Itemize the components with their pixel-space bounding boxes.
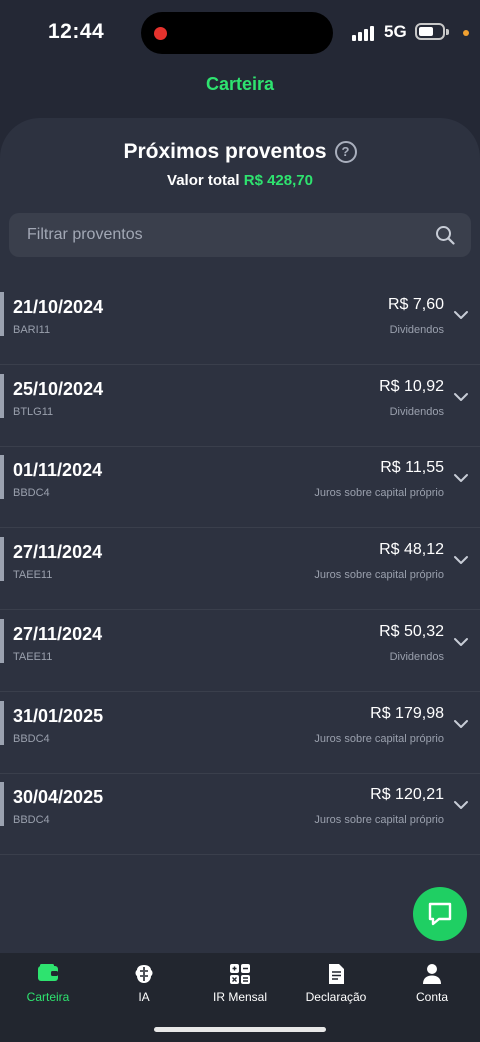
document-icon (329, 964, 344, 984)
list-item[interactable]: 01/11/2024 BBDC4 R$ 11,55 Juros sobre capit… (0, 445, 480, 529)
item-type: Dividendos (389, 405, 444, 418)
signal-icon (352, 25, 378, 41)
chat-button[interactable] (413, 887, 467, 941)
total-value: R$ 428,70 (243, 172, 313, 189)
chat-icon (428, 902, 452, 926)
panel-heading: Próximos proventos? (0, 140, 480, 164)
search-icon[interactable] (435, 225, 455, 245)
row-marker (0, 782, 4, 827)
item-type: Juros sobre capital próprio (314, 569, 444, 582)
item-date: 27/11/2024 (13, 542, 103, 563)
home-indicator[interactable] (154, 1027, 326, 1032)
list-item[interactable]: 27/11/2024 TAEE11 R$ 48,12 Juros sobre capi… (0, 527, 480, 611)
chevron-down-icon[interactable] (452, 796, 470, 814)
item-amount: R$ 120,21 (370, 786, 444, 804)
row-marker (0, 455, 4, 500)
search-input[interactable]: Filtrar proventos (9, 213, 471, 257)
nav-label: Declaração (305, 990, 367, 1004)
item-date: 25/10/2024 (13, 378, 104, 399)
item-amount: R$ 50,32 (379, 622, 444, 640)
row-marker (0, 700, 4, 745)
calculator-icon (230, 964, 250, 984)
item-date: 21/10/2024 (13, 297, 104, 317)
chevron-down-icon[interactable] (452, 551, 470, 569)
chevron-down-icon[interactable] (452, 469, 470, 487)
item-type: Juros sobre capital próprio (314, 732, 444, 745)
list-item[interactable]: 21/10/2024 BARI11 R$ 7,60 Dividendos (0, 282, 480, 365)
row-marker (0, 292, 4, 336)
item-ticker: TAEE11 (13, 650, 53, 663)
chevron-down-icon[interactable] (452, 633, 470, 651)
privacy-dot-icon (463, 30, 469, 36)
chevron-down-icon[interactable] (452, 715, 470, 733)
item-amount: R$ 48,12 (379, 541, 444, 559)
item-ticker: BTLG11 (13, 405, 54, 418)
item-amount: R$ 11,55 (380, 459, 444, 477)
help-icon[interactable]: ? (334, 141, 357, 163)
chevron-down-icon[interactable] (452, 306, 470, 324)
battery-icon (415, 23, 445, 40)
battery-tip (446, 29, 449, 35)
dynamic-island (141, 12, 333, 54)
item-date: 01/11/2024 (13, 460, 103, 481)
total-line: Valor total R$ 428,70 (0, 172, 480, 189)
item-type: Dividendos (389, 650, 444, 663)
nav-item-declaracao[interactable]: Declaração (288, 953, 384, 1013)
nav-label: IA (138, 990, 150, 1004)
nav-label: Conta (415, 990, 449, 1004)
row-marker (0, 373, 4, 418)
item-ticker: BBDC4 (13, 732, 50, 745)
row-marker (0, 537, 4, 582)
nav-item-ia[interactable]: IA (96, 953, 192, 1013)
wallet-icon (38, 964, 58, 981)
status-bar: 12:44 5G (0, 0, 480, 62)
list-item[interactable]: 31/01/2025 BBDC4 R$ 179,98 Juros sobre capi… (0, 691, 480, 774)
nav-item-carteira[interactable]: Carteira (0, 953, 96, 1013)
item-type: Juros sobre capital próprio (314, 814, 444, 827)
nav-item-conta[interactable]: Conta (384, 953, 480, 1013)
item-date: 31/01/2025 (13, 705, 104, 726)
item-amount: R$ 7,60 (387, 296, 444, 313)
item-ticker: BBDC4 (13, 487, 50, 500)
item-type: Dividendos (389, 324, 444, 336)
status-time: 12:44 (48, 20, 105, 43)
recording-indicator-icon (154, 27, 167, 40)
user-icon (423, 964, 441, 984)
item-date: 30/04/2025 (13, 787, 104, 808)
search-placeholder: Filtrar proventos (27, 226, 143, 243)
item-type: Juros sobre capital próprio (314, 487, 444, 500)
page-title: Carteira (205, 74, 275, 94)
list-item[interactable]: 25/10/2024 BTLG11 R$ 10,92 Dividendos (0, 364, 480, 447)
panel-title: Próximos proventos (123, 140, 327, 163)
nav-label: IR Mensal (212, 990, 268, 1004)
list-item[interactable]: 30/04/2025 BBDC4 R$ 120,21 Juros sobre capi… (0, 772, 480, 856)
chevron-down-icon[interactable] (452, 388, 470, 406)
list-item[interactable]: 27/11/2024 TAEE11 R$ 50,32 Dividendos (0, 609, 480, 692)
network-type: 5G (384, 22, 407, 41)
total-label: Valor total (167, 172, 240, 189)
nav-item-ir-mensal[interactable]: IR Mensal (192, 953, 288, 1013)
item-amount: R$ 10,92 (379, 377, 444, 395)
item-ticker: BARI11 (13, 324, 51, 336)
item-ticker: BBDC4 (13, 814, 50, 827)
item-date: 27/11/2024 (13, 623, 103, 644)
nav-label: Carteira (26, 990, 70, 1004)
item-amount: R$ 179,98 (370, 704, 444, 722)
item-ticker: TAEE11 (13, 569, 53, 582)
row-marker (0, 618, 4, 663)
brain-icon (135, 965, 153, 983)
screen: 12:44 5G Carteira Próximos proventos? Va… (0, 0, 480, 1042)
